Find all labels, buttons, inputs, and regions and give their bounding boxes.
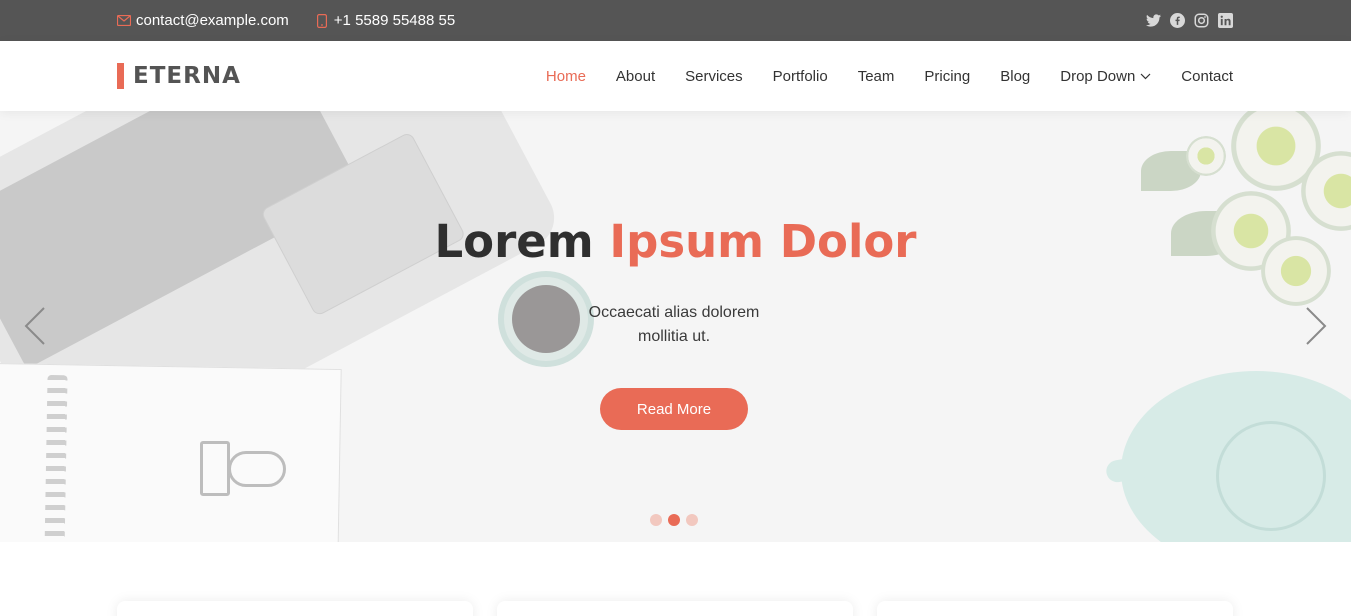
read-more-button[interactable]: Read More [600, 388, 748, 430]
nav-about[interactable]: About [616, 68, 655, 85]
logo-text: ETERNA [133, 63, 241, 89]
nav-team[interactable]: Team [858, 68, 895, 85]
hero-content: Lorem Ipsum Dolor Occaecati alias dolore… [0, 111, 1351, 542]
nav-portfolio[interactable]: Portfolio [773, 68, 828, 85]
email-contact[interactable]: contact@example.com [117, 12, 289, 29]
carousel-dot-1[interactable] [650, 514, 662, 526]
social-links [1137, 0, 1233, 41]
logo-accent-bar [117, 63, 124, 89]
phone-contact[interactable]: +1 5589 55488 55 [315, 12, 455, 29]
carousel-prev-button[interactable] [20, 306, 50, 346]
contact-info: contact@example.com +1 5589 55488 55 [117, 0, 481, 41]
envelope-icon [117, 14, 131, 28]
top-bar: contact@example.com +1 5589 55488 55 [0, 0, 1351, 41]
main-nav: Home About Services Portfolio Team Prici… [516, 41, 1233, 111]
feature-card-2 [497, 601, 853, 616]
carousel-dot-2[interactable] [668, 514, 680, 526]
site-logo[interactable]: ETERNA [117, 63, 241, 89]
phone-text: +1 5589 55488 55 [333, 12, 456, 29]
feature-card-1 [117, 601, 473, 616]
nav-dropdown-label: Drop Down [1060, 67, 1136, 85]
nav-blog[interactable]: Blog [1000, 68, 1030, 85]
nav-home[interactable]: Home [546, 68, 586, 85]
hero-title-main: Lorem [434, 215, 594, 268]
nav-contact[interactable]: Contact [1181, 68, 1233, 85]
chevron-right-icon [1306, 307, 1327, 345]
facebook-icon[interactable] [1170, 13, 1185, 28]
hero-title-accent: Ipsum Dolor [609, 215, 917, 268]
phone-icon [315, 13, 329, 28]
hero-subtitle: Occaecati alias dolorem mollitia ut. [588, 304, 760, 345]
hero-carousel: Lorem Ipsum Dolor Occaecati alias dolore… [0, 111, 1351, 542]
nav-pricing[interactable]: Pricing [924, 68, 970, 85]
carousel-dot-3[interactable] [686, 514, 698, 526]
linkedin-icon[interactable] [1218, 13, 1233, 28]
carousel-next-button[interactable] [1301, 306, 1331, 346]
site-header: ETERNA Home About Services Portfolio Tea… [0, 41, 1351, 111]
chevron-down-icon [1140, 73, 1151, 80]
email-text: contact@example.com [136, 12, 289, 29]
twitter-icon[interactable] [1146, 13, 1161, 28]
hero-title: Lorem Ipsum Dolor [0, 215, 1351, 268]
nav-services[interactable]: Services [685, 68, 743, 85]
feature-card-3 [877, 601, 1233, 616]
carousel-indicators [650, 514, 704, 526]
instagram-icon[interactable] [1194, 13, 1209, 28]
chevron-left-icon [24, 307, 45, 345]
nav-dropdown[interactable]: Drop Down [1060, 68, 1151, 85]
